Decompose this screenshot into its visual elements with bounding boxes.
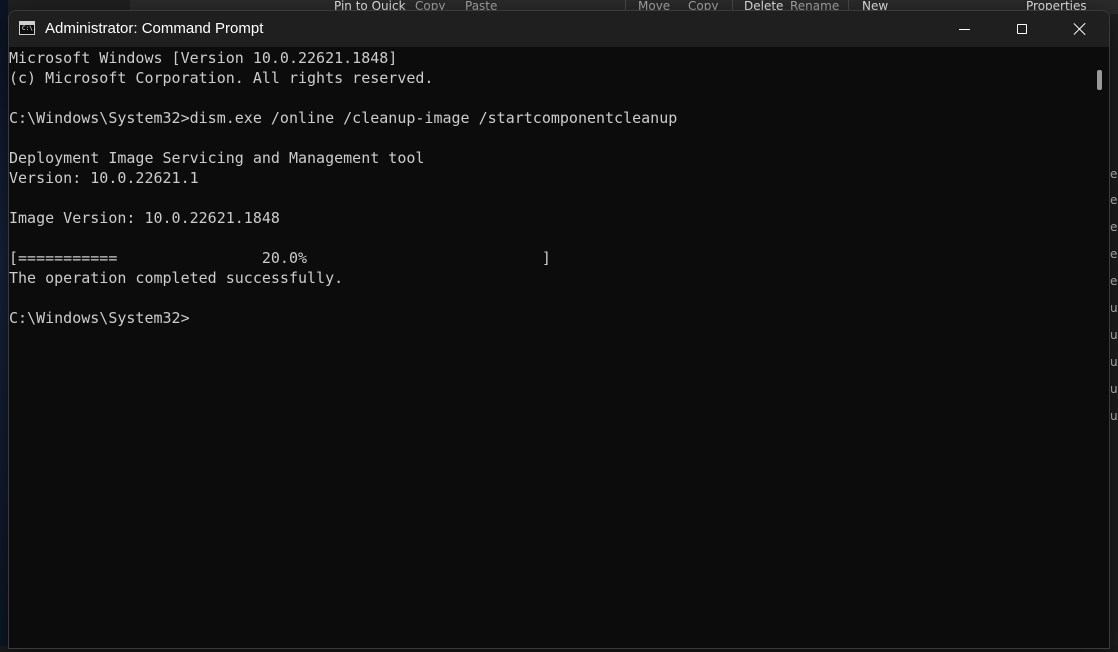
console-line: Version: 10.0.22621.1: [9, 169, 199, 187]
minimize-button[interactable]: [935, 11, 993, 47]
maximize-button[interactable]: [993, 11, 1051, 47]
scrollbar-thumb[interactable]: [1097, 70, 1102, 90]
console-progress-line: [=========== 20.0% ]: [9, 249, 551, 267]
file-list-fragment: u: [1110, 301, 1118, 315]
maximize-icon: [1017, 24, 1027, 34]
window-title: Administrator: Command Prompt: [45, 20, 264, 37]
wallpaper-strip: [0, 0, 8, 651]
file-list-fragment: u: [1110, 355, 1118, 369]
file-list-fragment: er: [1110, 220, 1118, 234]
file-list-fragment: u: [1110, 382, 1118, 396]
title-bar[interactable]: C:\. Administrator: Command Prompt: [9, 11, 1109, 47]
close-button[interactable]: [1051, 11, 1109, 47]
command-prompt-window[interactable]: C:\. Administrator: Command Prompt Micro…: [8, 10, 1110, 649]
close-icon: [1073, 22, 1087, 36]
console-line: Deployment Image Servicing and Managemen…: [9, 149, 425, 167]
console-line: The operation completed successfully.: [9, 269, 344, 287]
file-list-fragment: er: [1110, 247, 1118, 261]
file-list-fragment: e: [1110, 274, 1118, 288]
console-output[interactable]: Microsoft Windows [Version 10.0.22621.18…: [9, 48, 1089, 648]
vertical-scrollbar[interactable]: [1093, 48, 1107, 648]
file-list-fragment: er: [1110, 193, 1118, 207]
command-prompt-icon[interactable]: C:\.: [19, 21, 37, 35]
console-line: Image Version: 10.0.22621.1848: [9, 209, 280, 227]
minimize-icon: [958, 28, 970, 30]
file-list-fragment: u: [1110, 328, 1118, 342]
console-line: (c) Microsoft Corporation. All rights re…: [9, 69, 434, 87]
console-command-line: C:\Windows\System32>dism.exe /online /cl…: [9, 109, 678, 127]
file-list-fragment: er: [1110, 167, 1118, 181]
console-line: Microsoft Windows [Version 10.0.22621.18…: [9, 49, 398, 67]
file-list-fragment: u: [1110, 409, 1118, 423]
console-prompt-line[interactable]: C:\Windows\System32>: [9, 308, 190, 328]
command-prompt-icon-glyph: C:\.: [22, 25, 37, 32]
